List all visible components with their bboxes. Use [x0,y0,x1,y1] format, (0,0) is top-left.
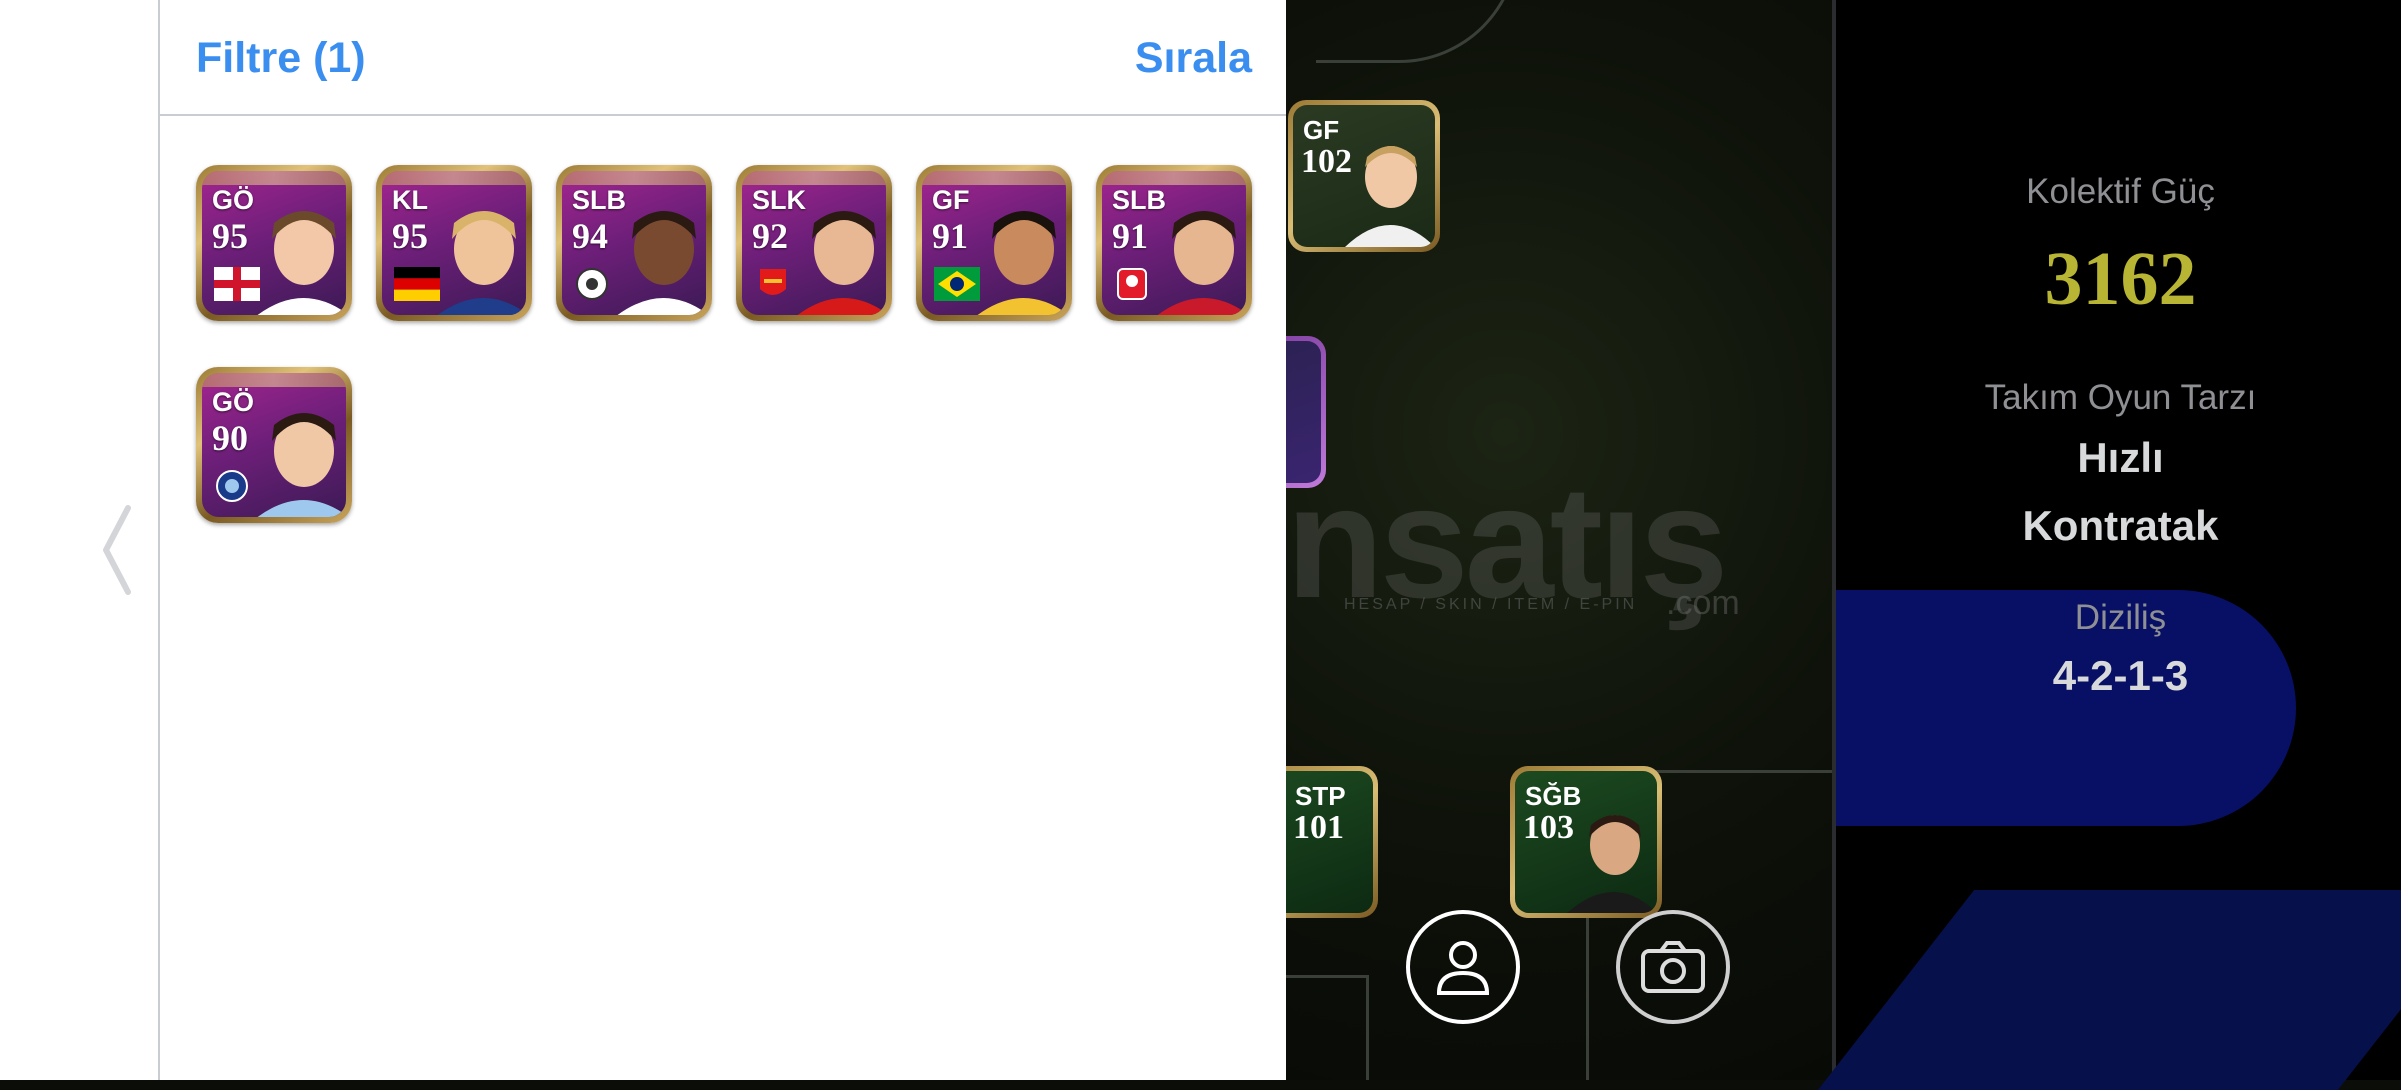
player-card[interactable]: KL 95 [376,165,532,321]
profile-button[interactable] [1406,910,1520,1024]
pitch-player-card[interactable]: GF 102 [1288,100,1440,252]
player-card[interactable]: SLK 92 [736,165,892,321]
card-frame: SLK 92 [742,171,886,315]
card-position: GÖ [212,185,255,215]
card-rating: 94 [572,216,608,256]
player-card[interactable]: GÖ 95 [196,165,352,321]
card-position: SLB [572,185,626,215]
formation-value: 4-2-1-3 [2052,652,2189,699]
filter-panel-header: Filtre (1) Sırala [160,0,1288,116]
team-style-label: Takım Oyun Tarzı [1984,378,2257,417]
card-position: GF [1303,115,1340,145]
card-frame: GÖ 90 [202,373,346,517]
card-position: GÖ [212,387,255,417]
card-rating: 95 [212,216,248,256]
card-position: SLK [752,185,806,215]
pitch-player-card[interactable] [1286,336,1326,488]
team-info-panel: Kolektif Güç 3162 Takım Oyun Tarzı Hızlı… [1817,0,2401,1090]
club-crest-red-icon [1117,268,1147,300]
pitch-line [1316,0,1519,63]
player-portrait-icon [1345,146,1435,247]
card-rating: 101 [1293,809,1344,846]
pitch-view: nsatış HESAP / SKIN / ITEM / E-PIN .com … [1286,0,1832,1080]
card-position: KL [392,185,428,215]
card-position: SLB [1112,185,1166,215]
camera-icon [1641,941,1705,993]
player-card[interactable]: GF 91 [916,165,1072,321]
pitch-player-card[interactable]: STP 101 [1286,766,1378,918]
decorative-stripe [1817,890,2401,1090]
card-frame: SLB 94 [562,171,706,315]
card-rating: 91 [932,216,968,256]
watermark-subtitle: HESAP / SKIN / ITEM / E-PIN [1344,596,1638,613]
card-position: GF [932,185,970,215]
card-rating: 92 [752,216,788,256]
card-rating: 95 [392,216,428,256]
filter-panel: Filtre (1) Sırala GÖ 95 KL 95 SLB 94 SLK 92 GF 91… [158,0,1288,1080]
watermark-domain: .com [1666,584,1740,622]
card-frame: GF 91 [922,171,1066,315]
card-rating: 90 [212,418,248,458]
club-crest-blue-icon [216,470,248,502]
pitch-line [1286,975,1369,1080]
player-card[interactable]: GÖ 90 [196,367,352,523]
chevron-left-icon[interactable] [96,500,140,600]
club-crest-white-icon [576,268,608,300]
pitch-player-card[interactable]: SĞB 103 [1510,766,1662,918]
england-flag-icon [214,267,260,301]
germany-flag-icon [394,267,440,301]
player-card-grid: GÖ 95 KL 95 SLB 94 SLK 92 GF 91 SLB 91 GÖ 90 [196,165,1256,523]
player-portrait-icon [1567,815,1657,913]
card-frame: GÖ 95 [202,171,346,315]
formation-label: Diziliş [2074,598,2167,637]
player-card[interactable]: SLB 91 [1096,165,1252,321]
team-style-value-line1: Hızlı [2077,434,2164,481]
card-frame: KL 95 [382,171,526,315]
player-card[interactable]: SLB 94 [556,165,712,321]
camera-button[interactable] [1616,910,1730,1024]
brazil-flag-icon [934,267,980,301]
left-gutter [0,0,158,1080]
person-icon [1436,941,1490,995]
card-position: STP [1295,781,1346,811]
card-rating: 91 [1112,216,1148,256]
team-style-value-line2: Kontratak [2022,502,2219,549]
filter-button[interactable]: Filtre (1) [196,34,366,83]
arsenal-crest-icon [760,269,786,295]
sort-button[interactable]: Sırala [1135,34,1252,83]
card-frame: SLB 91 [1102,171,1246,315]
team-power-label: Kolektif Güç [2026,172,2215,211]
team-power-value: 3162 [2044,237,2197,321]
